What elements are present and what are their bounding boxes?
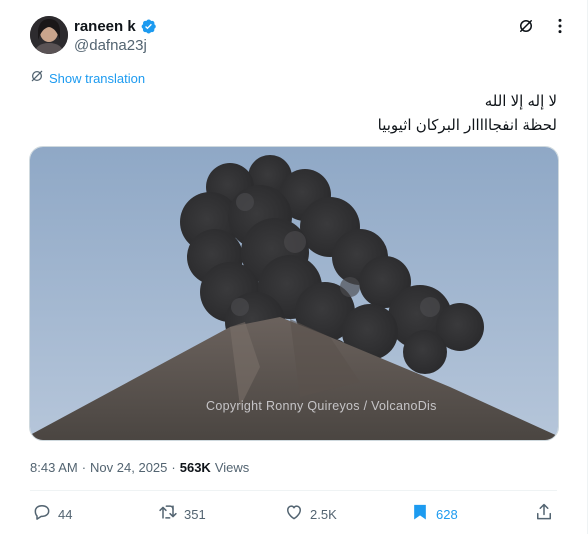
tweet-time[interactable]: 8:43 AM	[30, 460, 78, 475]
meta-separator: ·	[81, 459, 87, 475]
more-options-icon[interactable]	[550, 16, 570, 36]
divider	[30, 490, 557, 491]
bookmark-count: 628	[436, 506, 458, 522]
views-count: 563K	[179, 459, 211, 475]
tweet-media-image[interactable]: Copyright Ronny Quireyos / VolcanoDis	[29, 146, 559, 441]
tweet-date[interactable]: Nov 24, 2025	[90, 460, 167, 475]
bookmark-button[interactable]: 628	[410, 500, 458, 528]
bookmark-icon	[410, 502, 430, 527]
display-name[interactable]: raneen k	[74, 18, 136, 35]
tweet-text-line: لا إله إلا الله	[484, 93, 557, 110]
share-button[interactable]	[534, 500, 554, 528]
repost-button[interactable]: 351	[158, 500, 206, 528]
author-handle[interactable]: @dafna23j	[74, 36, 157, 56]
action-bar: 44 351 2.5K 628	[30, 500, 558, 528]
tweet-text-line: لحظة انفجااااار البركان اثيوبيا	[377, 117, 557, 134]
like-count: 2.5K	[310, 506, 337, 522]
repost-count: 351	[184, 506, 206, 522]
heart-icon	[284, 502, 304, 527]
share-icon	[534, 502, 554, 527]
tweet-header: raneen k @dafna23j	[30, 14, 570, 58]
show-translation-link[interactable]: Show translation	[30, 69, 145, 88]
grok-icon[interactable]	[516, 16, 536, 36]
tweet-card: raneen k @dafna23j Show translation لا إ…	[0, 0, 588, 534]
like-button[interactable]: 2.5K	[284, 500, 337, 528]
views-label: Views	[214, 459, 250, 475]
reply-count: 44	[58, 506, 73, 522]
tweet-meta: 8:43 AM · Nov 24, 2025 · 563K Views	[30, 458, 249, 476]
reply-icon	[32, 502, 52, 527]
tweet-text: لا إله إلا الله لحظة انفجااااار البركان …	[29, 90, 557, 138]
author-names: raneen k @dafna23j	[74, 16, 157, 56]
repost-icon	[158, 502, 178, 527]
header-actions	[516, 16, 570, 36]
show-translation-label: Show translation	[49, 71, 146, 86]
verified-badge-icon	[140, 18, 157, 35]
translate-icon	[30, 69, 44, 88]
reply-button[interactable]: 44	[32, 500, 72, 528]
meta-separator: ·	[171, 459, 176, 475]
avatar[interactable]	[30, 16, 68, 54]
media-watermark: Copyright Ronny Quireyos / VolcanoDis	[206, 399, 437, 413]
